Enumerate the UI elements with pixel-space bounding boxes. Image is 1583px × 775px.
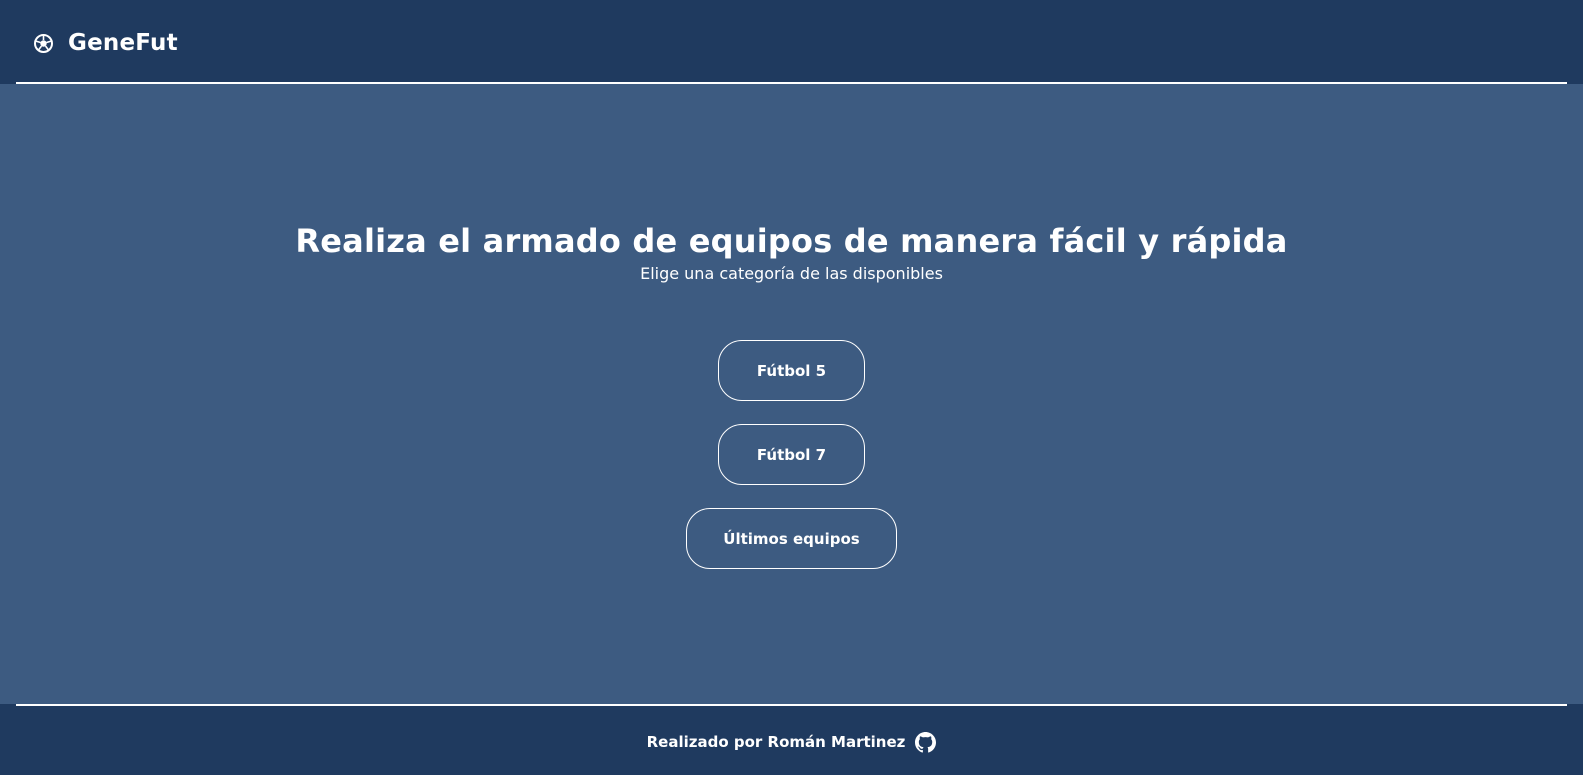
page-subtitle: Elige una categoría de las disponibles [640,264,943,283]
footer: Realizado por Román Martinez [0,704,1583,775]
footer-divider [16,704,1567,706]
footer-credit: Realizado por Román Martinez [0,728,1583,756]
header-divider [16,82,1567,84]
brand-name: GeneFut [68,30,178,56]
last-teams-button[interactable]: Últimos equipos [686,508,897,569]
brand-link[interactable]: GeneFut [33,26,178,60]
footer-credit-text: Realizado por Román Martinez [646,733,906,751]
futbol-7-button[interactable]: Fútbol 7 [718,424,865,485]
github-icon[interactable] [915,731,937,753]
hero-section: Realiza el armado de equipos de manera f… [0,218,1583,284]
page-title: Realiza el armado de equipos de manera f… [295,222,1288,260]
soccer-ball-icon [33,33,54,54]
futbol-5-button[interactable]: Fútbol 5 [718,340,865,401]
top-navbar: GeneFut [0,0,1583,84]
